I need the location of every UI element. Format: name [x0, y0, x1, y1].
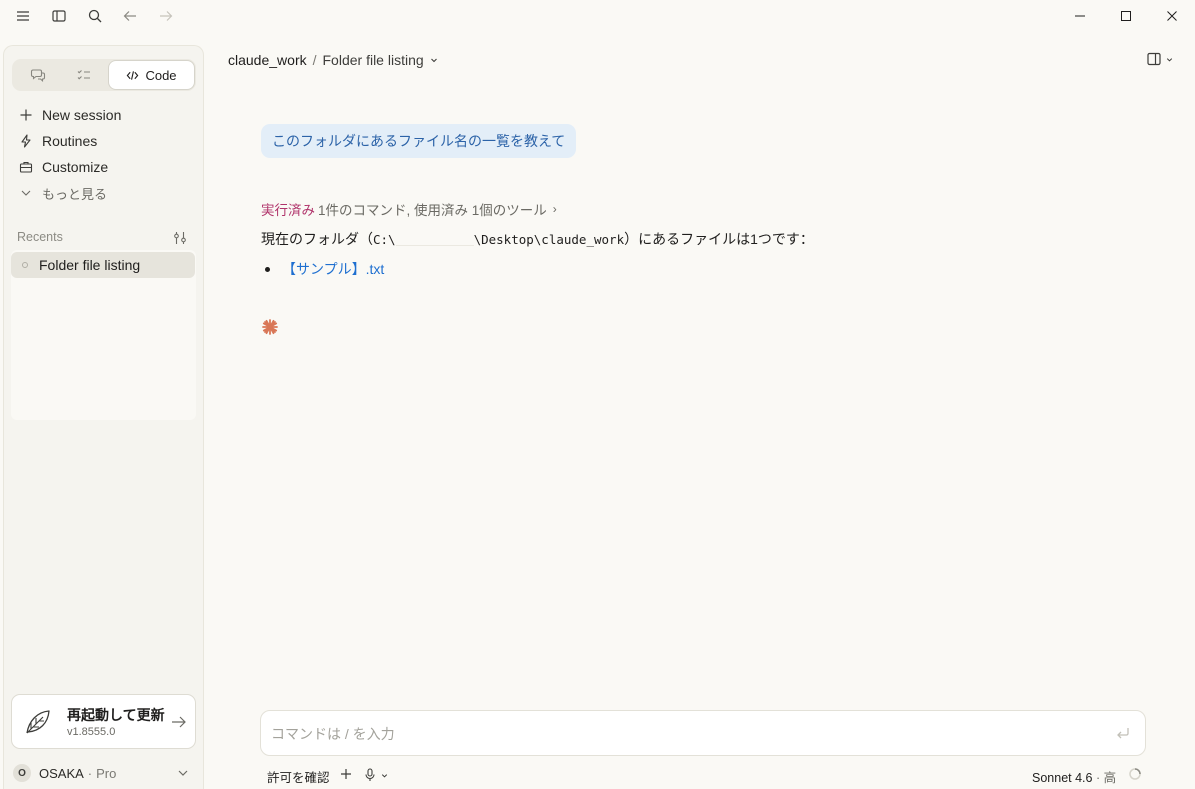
project-name[interactable]: claude_work [228, 52, 307, 68]
chevron-down-icon [18, 185, 34, 201]
user-message-text: このフォルダにあるファイル名の一覧を教えて [272, 133, 566, 149]
search-icon[interactable] [83, 4, 107, 28]
model-name: Sonnet 4.6 [1032, 771, 1093, 785]
customize-button[interactable]: Customize [18, 156, 108, 178]
filter-sliders-icon[interactable] [172, 230, 188, 246]
routines-label: Routines [42, 133, 98, 149]
update-version: v1.8555.0 [67, 726, 116, 738]
tool-detail: 1件のコマンド, 使用済み 1個のツール [318, 203, 547, 218]
checklist-icon[interactable] [64, 62, 104, 88]
command-input[interactable] [271, 723, 1091, 745]
send-return-icon[interactable] [1115, 725, 1133, 743]
session-title[interactable]: Folder file listing [323, 52, 424, 68]
chevron-down-icon [380, 771, 389, 780]
answer-prefix: 現在のフォルダ（ [261, 231, 373, 247]
bullet-icon [265, 266, 270, 272]
chat-bubbles-icon[interactable] [18, 62, 58, 88]
panel-toggle-button[interactable] [1146, 50, 1176, 68]
chevron-down-icon [1165, 55, 1174, 64]
forward-arrow-icon[interactable] [154, 4, 178, 28]
recents-heading: Recents [17, 230, 63, 244]
arrow-right-icon [170, 713, 188, 731]
account-separator: · [87, 765, 93, 781]
sidebar-toggle-icon[interactable] [47, 4, 71, 28]
sidebar: Code New session Routines Customize もっと見… [3, 45, 204, 789]
chevron-right-icon: › [552, 202, 557, 216]
context-usage-icon[interactable] [1128, 767, 1142, 781]
new-session-button[interactable]: New session [18, 104, 121, 126]
composer [260, 710, 1146, 756]
customize-label: Customize [42, 159, 109, 175]
title-bar [0, 0, 1195, 32]
code-icon [126, 69, 139, 82]
briefcase-icon [18, 159, 34, 175]
chevron-down-icon[interactable] [429, 55, 439, 65]
account-menu[interactable]: O OSAKA · Pro [13, 762, 197, 784]
session-status-dot [22, 262, 28, 268]
redacted-path-segment [395, 232, 474, 246]
close-icon[interactable] [1149, 2, 1195, 30]
back-arrow-icon[interactable] [118, 4, 142, 28]
list-item: 【サンプル】.txt [265, 259, 384, 279]
answer-suffix: ）にあるファイルは1つです： [624, 231, 814, 247]
user-message: このフォルダにあるファイル名の一覧を教えて [261, 124, 577, 158]
account-plan: Pro [96, 765, 117, 781]
tool-summary-toggle[interactable]: 実行済み 1件のコマンド, 使用済み 1個のツール › [261, 199, 557, 219]
code-mode-button[interactable]: Code [108, 60, 195, 90]
new-session-label: New session [42, 107, 122, 123]
breadcrumb: claude_work / Folder file listing [228, 50, 439, 70]
show-more-button[interactable]: もっと見る [18, 182, 107, 204]
maximize-icon[interactable] [1103, 2, 1149, 30]
minimize-icon[interactable] [1057, 2, 1103, 30]
path-start: C:\ [373, 231, 396, 247]
update-card[interactable]: 再起動して更新 v1.8555.0 [11, 694, 196, 749]
mode-switcher: Code [12, 59, 196, 91]
spark-loading-icon [261, 318, 279, 336]
model-separator: · [1092, 771, 1104, 785]
recent-session-item[interactable]: Folder file listing [11, 252, 195, 278]
account-name: OSAKA [39, 765, 84, 781]
model-effort: 高 [1103, 771, 1117, 785]
side-panel-icon [1146, 51, 1162, 67]
tool-status: 実行済み [261, 203, 315, 218]
recent-session-label: Folder file listing [39, 257, 141, 273]
code-mode-label: Code [145, 67, 177, 83]
avatar: O [13, 764, 31, 782]
path-end: \Desktop\claude_work [473, 231, 625, 247]
routines-button[interactable]: Routines [18, 130, 97, 152]
leaf-icon [23, 707, 53, 737]
plus-icon [18, 107, 34, 123]
voice-input-button[interactable] [364, 767, 394, 783]
permission-mode-button[interactable]: 許可を確認 [267, 767, 330, 786]
chevron-down-icon [175, 765, 191, 781]
file-link[interactable]: 【サンプル】.txt [282, 259, 384, 279]
show-more-label: もっと見る [42, 186, 108, 202]
menu-icon[interactable] [11, 4, 35, 28]
microphone-icon [364, 768, 376, 782]
bolt-icon [18, 133, 34, 149]
update-title: 再起動して更新 [67, 707, 165, 723]
breadcrumb-separator: / [312, 52, 317, 68]
model-selector[interactable]: Sonnet 4.6 · 高 [1032, 767, 1116, 786]
assistant-answer: 現在のフォルダ（ C:\ \Desktop\claude_work ）にあるファ… [261, 229, 814, 249]
plus-icon[interactable] [339, 767, 353, 781]
composer-toolbar: 許可を確認 Sonnet 4.6 · 高 [260, 765, 1146, 785]
